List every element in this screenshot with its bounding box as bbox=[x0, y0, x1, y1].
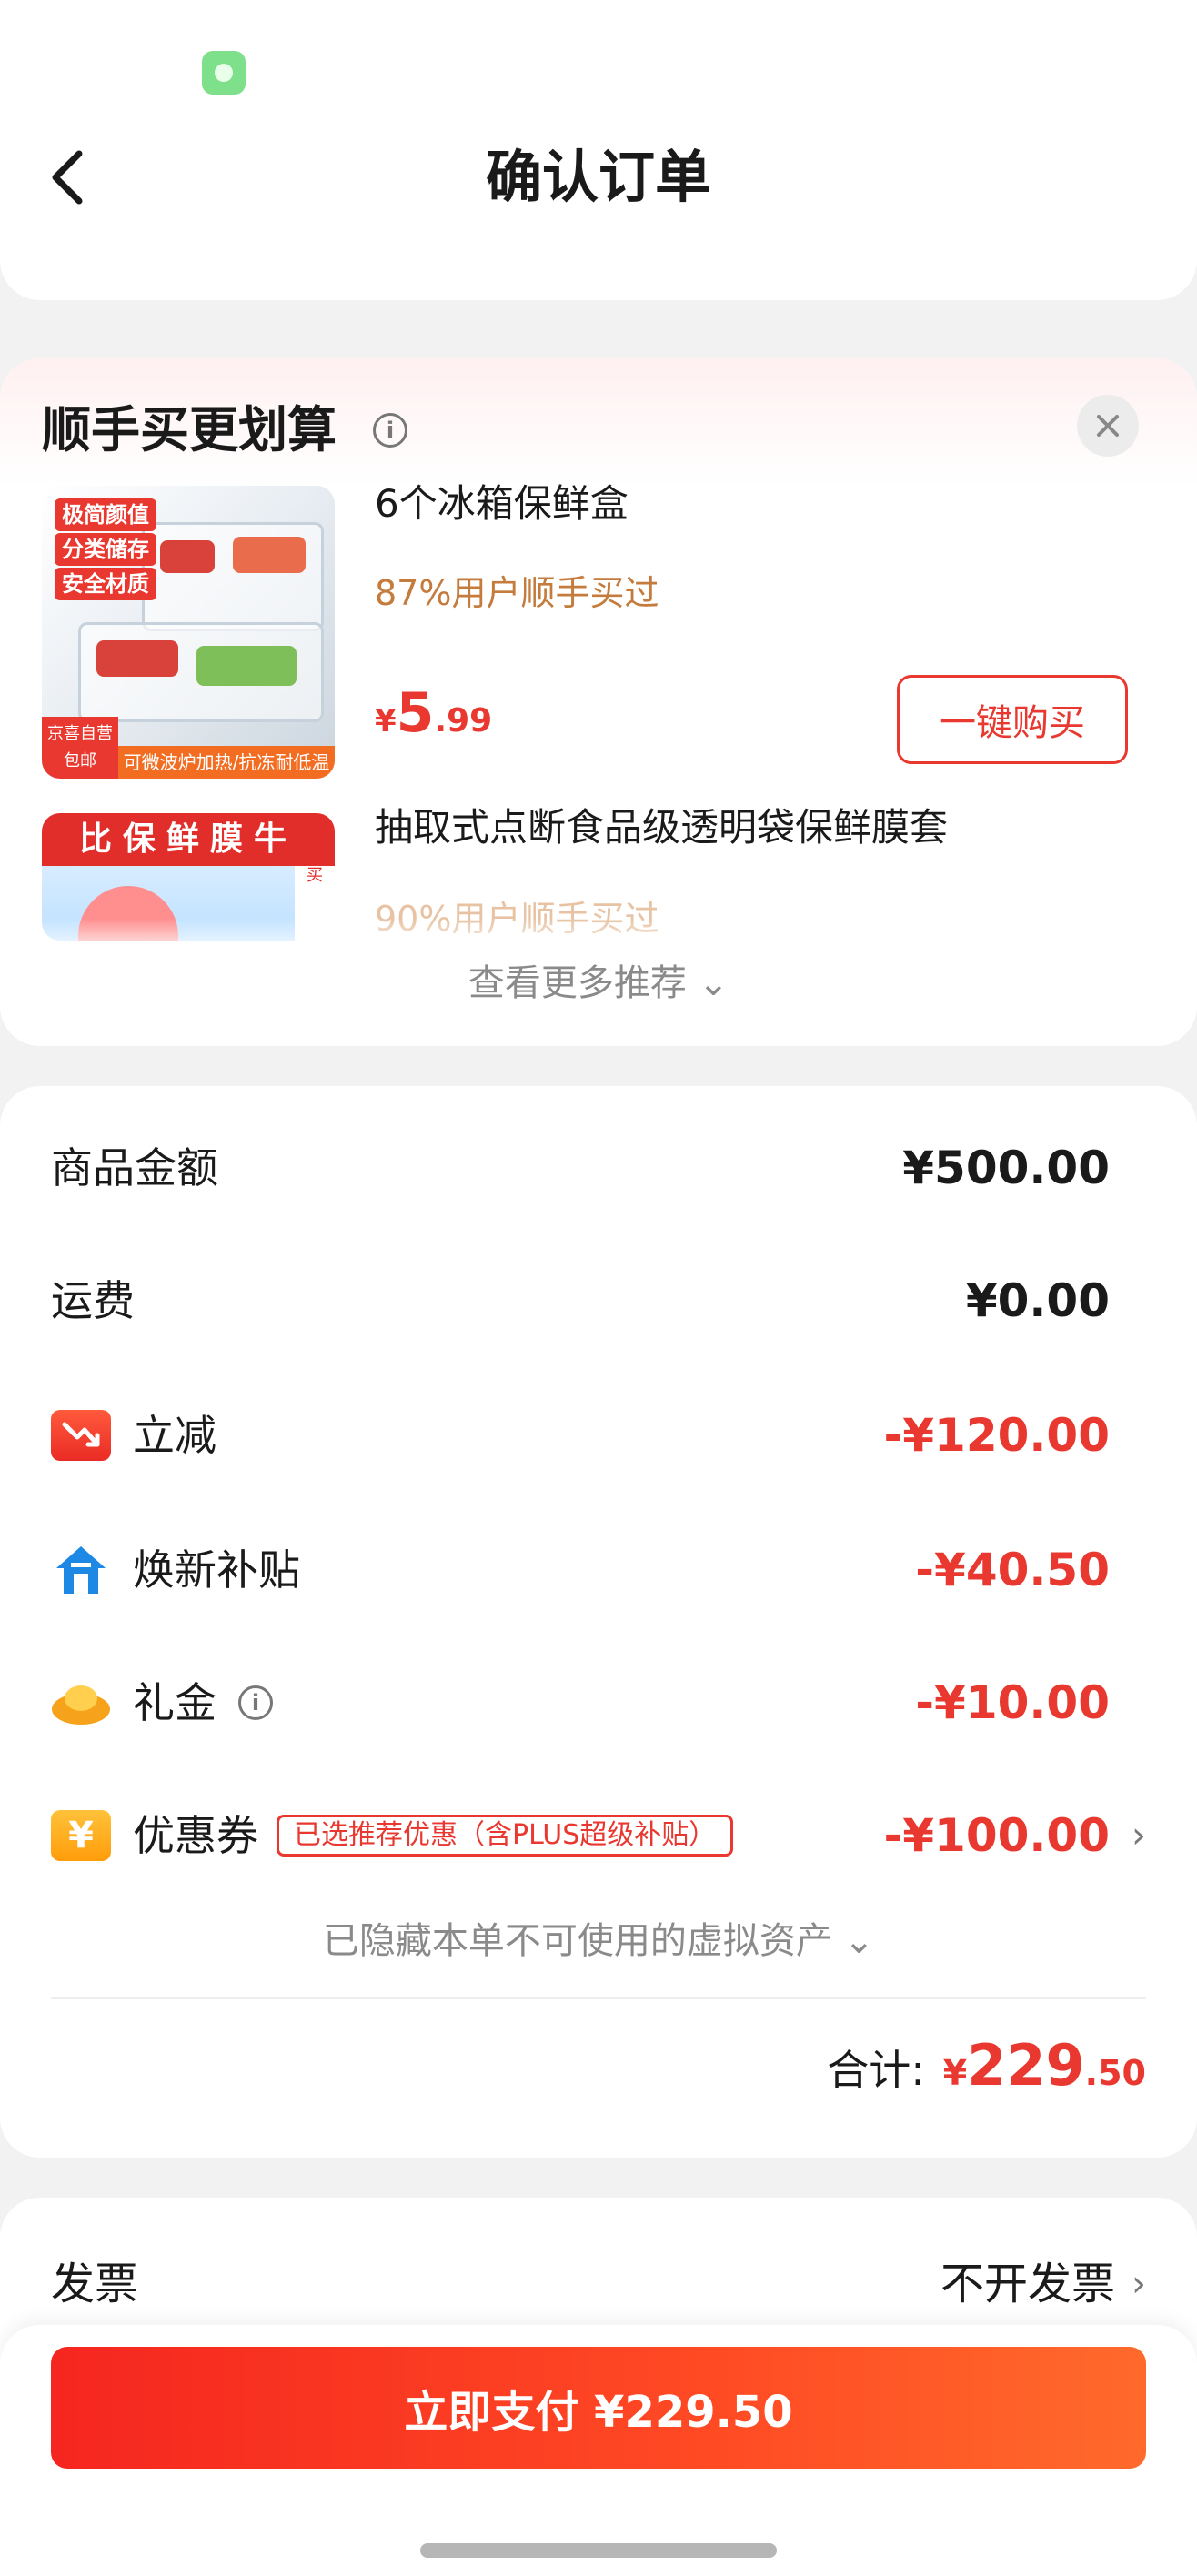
row-label: 焕新补贴 bbox=[133, 1545, 300, 1595]
chevron-right-icon: › bbox=[1132, 2263, 1146, 2305]
order-total: 合计: ¥ 229 .50 bbox=[827, 2032, 1146, 2098]
price-row-subsidy: 焕新补贴 -¥40.50 bbox=[51, 1534, 1146, 1606]
row-value: -¥40.50 bbox=[915, 1544, 1110, 1596]
row-label: 立减 bbox=[133, 1411, 216, 1460]
price-row-goods: 商品金额 ¥500.00 bbox=[51, 1132, 1146, 1204]
price-row-coupon[interactable]: ¥ 优惠券 已选推荐优惠（含PLUS超级补贴） -¥100.00 › bbox=[51, 1799, 1146, 1872]
image-badge: 京喜自营 包邮 bbox=[42, 717, 118, 779]
image-banner: 比保鲜膜牛 bbox=[78, 820, 297, 858]
row-label: 优惠券 bbox=[133, 1811, 258, 1860]
price-down-icon bbox=[51, 1410, 111, 1461]
row-label: 运费 bbox=[51, 1276, 135, 1325]
chevron-right-icon: › bbox=[1132, 1815, 1146, 1857]
hidden-assets-toggle[interactable]: 已隐藏本单不可使用的虚拟资产 ⌄ bbox=[0, 1914, 1197, 1968]
row-value: ¥0.00 bbox=[965, 1274, 1110, 1327]
price-summary-card: 商品金额 ¥500.00 运费 ¥0.00 立减 -¥120.00 焕新补贴 -… bbox=[0, 1086, 1197, 2158]
price-row-gift-money: 礼金 i -¥10.00 bbox=[51, 1666, 1146, 1739]
recommend-card: 顺手买更划算 i 极简颜值 分类储存 安全材质 京喜自营 包邮 可微波炉加热/抗… bbox=[0, 358, 1197, 1046]
one-click-buy-button[interactable]: 一键购买 bbox=[897, 675, 1128, 764]
image-tag: 极简颜值 bbox=[55, 498, 156, 531]
house-icon bbox=[51, 1545, 111, 1595]
product-image[interactable]: 极简颜值 分类储存 安全材质 京喜自营 包邮 可微波炉加热/抗冻耐低温 bbox=[42, 486, 335, 779]
price-row-shipping: 运费 ¥0.00 bbox=[51, 1264, 1146, 1337]
row-value: -¥120.00 bbox=[883, 1409, 1111, 1462]
page-title: 确认订单 bbox=[485, 144, 711, 210]
gold-ingot-icon bbox=[51, 1677, 111, 1728]
recommend-title: 顺手买更划算 bbox=[42, 401, 337, 458]
price-row-instant-discount: 立减 -¥120.00 bbox=[51, 1399, 1146, 1472]
product-note: 87%用户顺手买过 bbox=[375, 573, 659, 613]
top-bar: 确认订单 bbox=[0, 0, 1197, 300]
image-tag: 安全材质 bbox=[55, 568, 156, 600]
image-strip: 可微波炉加热/抗冻耐低温 bbox=[118, 746, 335, 779]
info-icon[interactable]: i bbox=[238, 1685, 273, 1720]
home-indicator bbox=[420, 2543, 777, 2558]
row-value: ¥500.00 bbox=[902, 1142, 1110, 1194]
invoice-label: 发票 bbox=[51, 2259, 139, 2309]
row-value: -¥10.00 bbox=[915, 1676, 1110, 1729]
status-app-icon bbox=[202, 51, 246, 95]
close-icon bbox=[1097, 415, 1119, 437]
invoice-value: 不开发票 bbox=[940, 2259, 1115, 2309]
info-icon[interactable]: i bbox=[373, 413, 407, 448]
coupon-icon: ¥ bbox=[51, 1810, 111, 1861]
bottom-bar: 立即支付 ¥229.50 bbox=[0, 2325, 1197, 2576]
row-label: 礼金 bbox=[133, 1678, 216, 1727]
row-label: 商品金额 bbox=[51, 1143, 218, 1192]
product-name[interactable]: 抽取式点断食品级透明袋保鲜膜套 bbox=[375, 800, 948, 855]
more-recommend-link[interactable]: 查看更多推荐 ⌄ bbox=[0, 951, 1197, 1015]
product-price: ¥5.99 bbox=[375, 681, 493, 745]
pay-now-button[interactable]: 立即支付 ¥229.50 bbox=[51, 2347, 1146, 2469]
image-tag: 分类储存 bbox=[55, 533, 156, 566]
close-button[interactable] bbox=[1077, 395, 1139, 457]
product-name[interactable]: 6个冰箱保鲜盒 bbox=[375, 477, 629, 531]
row-value: -¥100.00 bbox=[883, 1809, 1111, 1862]
coupon-tag: 已选推荐优惠（含PLUS超级补贴） bbox=[277, 1815, 734, 1857]
divider bbox=[51, 1997, 1146, 1999]
